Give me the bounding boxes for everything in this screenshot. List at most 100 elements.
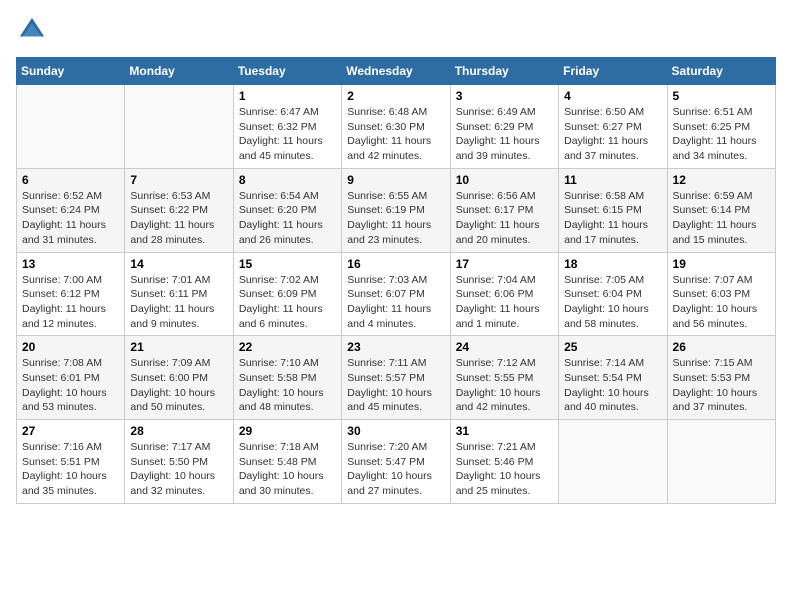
page-header xyxy=(16,16,776,49)
day-number: 10 xyxy=(456,173,553,187)
day-content: Sunrise: 7:07 AMSunset: 6:03 PMDaylight:… xyxy=(673,273,770,332)
day-number: 14 xyxy=(130,257,227,271)
day-cell: 6 Sunrise: 6:52 AMSunset: 6:24 PMDaylight… xyxy=(17,168,125,252)
day-content: Sunrise: 7:08 AMSunset: 6:01 PMDaylight:… xyxy=(22,356,119,415)
day-number: 8 xyxy=(239,173,336,187)
day-cell: 1 Sunrise: 6:47 AMSunset: 6:32 PMDaylight… xyxy=(233,85,341,169)
day-number: 27 xyxy=(22,424,119,438)
day-number: 6 xyxy=(22,173,119,187)
day-cell: 13Sunrise: 7:00 AMSunset: 6:12 PMDayligh… xyxy=(17,252,125,336)
day-number: 22 xyxy=(239,340,336,354)
day-number: 28 xyxy=(130,424,227,438)
day-content: Sunrise: 6:49 AMSunset: 6:29 PMDaylight:… xyxy=(456,105,553,164)
day-number: 13 xyxy=(22,257,119,271)
day-number: 7 xyxy=(130,173,227,187)
day-cell: 11Sunrise: 6:58 AMSunset: 6:15 PMDayligh… xyxy=(559,168,667,252)
day-cell: 7 Sunrise: 6:53 AMSunset: 6:22 PMDaylight… xyxy=(125,168,233,252)
col-header-tuesday: Tuesday xyxy=(233,58,341,85)
day-cell xyxy=(17,85,125,169)
day-content: Sunrise: 6:53 AMSunset: 6:22 PMDaylight:… xyxy=(130,189,227,248)
week-row-4: 20 Sunrise: 7:08 AMSunset: 6:01 PMDayligh… xyxy=(17,336,776,420)
col-header-wednesday: Wednesday xyxy=(342,58,450,85)
day-cell: 12 Sunrise: 6:59 AMSunset: 6:14 PMDayligh… xyxy=(667,168,775,252)
day-cell: 10 Sunrise: 6:56 AMSunset: 6:17 PMDayligh… xyxy=(450,168,558,252)
day-cell: 5 Sunrise: 6:51 AMSunset: 6:25 PMDaylight… xyxy=(667,85,775,169)
day-content: Sunrise: 7:15 AMSunset: 5:53 PMDaylight:… xyxy=(673,356,770,415)
day-number: 26 xyxy=(673,340,770,354)
day-number: 23 xyxy=(347,340,444,354)
day-cell: 25 Sunrise: 7:14 AMSunset: 5:54 PMDayligh… xyxy=(559,336,667,420)
day-cell: 20 Sunrise: 7:08 AMSunset: 6:01 PMDayligh… xyxy=(17,336,125,420)
day-number: 4 xyxy=(564,89,661,103)
day-number: 20 xyxy=(22,340,119,354)
day-number: 25 xyxy=(564,340,661,354)
day-content: Sunrise: 6:48 AMSunset: 6:30 PMDaylight:… xyxy=(347,105,444,164)
day-content: Sunrise: 7:09 AMSunset: 6:00 PMDaylight:… xyxy=(130,356,227,415)
logo-icon xyxy=(18,16,46,44)
day-content: Sunrise: 6:47 AMSunset: 6:32 PMDaylight:… xyxy=(239,105,336,164)
day-cell: 14 Sunrise: 7:01 AMSunset: 6:11 PMDayligh… xyxy=(125,252,233,336)
day-content: Sunrise: 6:50 AMSunset: 6:27 PMDaylight:… xyxy=(564,105,661,164)
day-cell: 27 Sunrise: 7:16 AMSunset: 5:51 PMDayligh… xyxy=(17,420,125,504)
day-number: 19 xyxy=(673,257,770,271)
day-cell: 30 Sunrise: 7:20 AMSunset: 5:47 PMDayligh… xyxy=(342,420,450,504)
week-row-3: 13Sunrise: 7:00 AMSunset: 6:12 PMDayligh… xyxy=(17,252,776,336)
col-header-saturday: Saturday xyxy=(667,58,775,85)
day-content: Sunrise: 7:21 AMSunset: 5:46 PMDaylight:… xyxy=(456,440,553,499)
day-content: Sunrise: 7:11 AMSunset: 5:57 PMDaylight:… xyxy=(347,356,444,415)
day-cell: 4 Sunrise: 6:50 AMSunset: 6:27 PMDaylight… xyxy=(559,85,667,169)
day-cell: 15Sunrise: 7:02 AMSunset: 6:09 PMDayligh… xyxy=(233,252,341,336)
day-content: Sunrise: 7:05 AMSunset: 6:04 PMDaylight:… xyxy=(564,273,661,332)
day-content: Sunrise: 7:18 AMSunset: 5:48 PMDaylight:… xyxy=(239,440,336,499)
day-cell xyxy=(559,420,667,504)
day-content: Sunrise: 7:16 AMSunset: 5:51 PMDaylight:… xyxy=(22,440,119,499)
day-content: Sunrise: 7:14 AMSunset: 5:54 PMDaylight:… xyxy=(564,356,661,415)
day-content: Sunrise: 7:03 AMSunset: 6:07 PMDaylight:… xyxy=(347,273,444,332)
day-number: 24 xyxy=(456,340,553,354)
logo xyxy=(16,16,50,49)
week-row-2: 6 Sunrise: 6:52 AMSunset: 6:24 PMDaylight… xyxy=(17,168,776,252)
day-content: Sunrise: 6:56 AMSunset: 6:17 PMDaylight:… xyxy=(456,189,553,248)
day-content: Sunrise: 6:55 AMSunset: 6:19 PMDaylight:… xyxy=(347,189,444,248)
day-content: Sunrise: 6:58 AMSunset: 6:15 PMDaylight:… xyxy=(564,189,661,248)
day-number: 29 xyxy=(239,424,336,438)
day-cell xyxy=(125,85,233,169)
day-number: 30 xyxy=(347,424,444,438)
day-number: 15 xyxy=(239,257,336,271)
day-cell: 9 Sunrise: 6:55 AMSunset: 6:19 PMDaylight… xyxy=(342,168,450,252)
day-cell: 16 Sunrise: 7:03 AMSunset: 6:07 PMDayligh… xyxy=(342,252,450,336)
day-cell: 21 Sunrise: 7:09 AMSunset: 6:00 PMDayligh… xyxy=(125,336,233,420)
day-cell: 22 Sunrise: 7:10 AMSunset: 5:58 PMDayligh… xyxy=(233,336,341,420)
col-header-thursday: Thursday xyxy=(450,58,558,85)
day-cell: 24 Sunrise: 7:12 AMSunset: 5:55 PMDayligh… xyxy=(450,336,558,420)
day-cell: 17Sunrise: 7:04 AMSunset: 6:06 PMDayligh… xyxy=(450,252,558,336)
day-number: 2 xyxy=(347,89,444,103)
day-content: Sunrise: 7:20 AMSunset: 5:47 PMDaylight:… xyxy=(347,440,444,499)
day-cell: 2 Sunrise: 6:48 AMSunset: 6:30 PMDaylight… xyxy=(342,85,450,169)
day-number: 12 xyxy=(673,173,770,187)
day-number: 31 xyxy=(456,424,553,438)
day-content: Sunrise: 6:52 AMSunset: 6:24 PMDaylight:… xyxy=(22,189,119,248)
day-number: 5 xyxy=(673,89,770,103)
day-cell: 8 Sunrise: 6:54 AMSunset: 6:20 PMDaylight… xyxy=(233,168,341,252)
week-row-1: 1 Sunrise: 6:47 AMSunset: 6:32 PMDaylight… xyxy=(17,85,776,169)
day-content: Sunrise: 7:17 AMSunset: 5:50 PMDaylight:… xyxy=(130,440,227,499)
day-content: Sunrise: 7:10 AMSunset: 5:58 PMDaylight:… xyxy=(239,356,336,415)
day-cell: 31 Sunrise: 7:21 AMSunset: 5:46 PMDayligh… xyxy=(450,420,558,504)
day-cell: 23 Sunrise: 7:11 AMSunset: 5:57 PMDayligh… xyxy=(342,336,450,420)
day-content: Sunrise: 6:51 AMSunset: 6:25 PMDaylight:… xyxy=(673,105,770,164)
day-number: 21 xyxy=(130,340,227,354)
day-cell: 28 Sunrise: 7:17 AMSunset: 5:50 PMDayligh… xyxy=(125,420,233,504)
day-number: 1 xyxy=(239,89,336,103)
week-row-5: 27 Sunrise: 7:16 AMSunset: 5:51 PMDayligh… xyxy=(17,420,776,504)
day-content: Sunrise: 6:59 AMSunset: 6:14 PMDaylight:… xyxy=(673,189,770,248)
col-header-friday: Friday xyxy=(559,58,667,85)
day-cell xyxy=(667,420,775,504)
day-number: 9 xyxy=(347,173,444,187)
col-header-sunday: Sunday xyxy=(17,58,125,85)
day-number: 16 xyxy=(347,257,444,271)
day-content: Sunrise: 7:12 AMSunset: 5:55 PMDaylight:… xyxy=(456,356,553,415)
day-content: Sunrise: 6:54 AMSunset: 6:20 PMDaylight:… xyxy=(239,189,336,248)
day-content: Sunrise: 7:01 AMSunset: 6:11 PMDaylight:… xyxy=(130,273,227,332)
day-number: 18 xyxy=(564,257,661,271)
